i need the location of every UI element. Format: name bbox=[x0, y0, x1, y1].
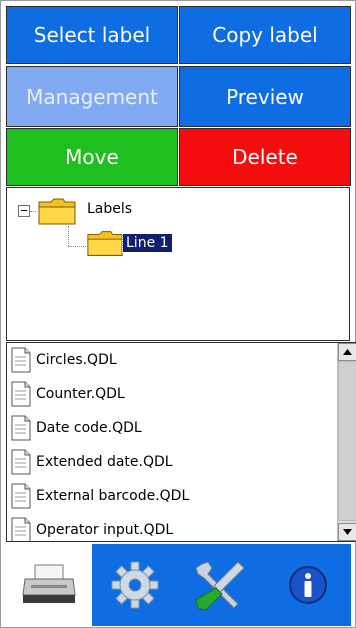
document-icon bbox=[11, 415, 31, 441]
file-name: Operator input.QDL bbox=[36, 522, 174, 538]
preview-button[interactable]: Preview bbox=[179, 66, 351, 127]
file-name: Date code.QDL bbox=[36, 420, 142, 436]
list-item[interactable]: Date code.QDL bbox=[10, 411, 142, 445]
arrow-down-icon bbox=[343, 529, 352, 535]
list-item[interactable]: Counter.QDL bbox=[10, 377, 125, 411]
gear-icon bbox=[111, 561, 159, 609]
tools-tab[interactable] bbox=[178, 544, 264, 626]
print-tab[interactable] bbox=[6, 544, 92, 626]
vertical-scrollbar[interactable] bbox=[337, 343, 356, 541]
file-name: Circles.QDL bbox=[36, 352, 117, 368]
tree-connector bbox=[68, 246, 86, 247]
document-icon bbox=[11, 483, 31, 509]
label-file-list[interactable]: Circles.QDL Counter.QDL Date code.QDL Ex… bbox=[6, 342, 356, 542]
scrollbar-thumb[interactable] bbox=[338, 361, 356, 521]
list-item[interactable]: Operator input.QDL bbox=[10, 513, 173, 541]
folder-icon bbox=[38, 198, 76, 225]
settings-tab[interactable] bbox=[92, 544, 178, 626]
file-name: External barcode.QDL bbox=[36, 488, 190, 504]
info-icon bbox=[288, 566, 327, 604]
document-icon bbox=[11, 381, 31, 407]
list-item[interactable]: Circles.QDL bbox=[10, 343, 117, 377]
file-name: Extended date.QDL bbox=[36, 454, 173, 470]
bottom-toolbar bbox=[6, 544, 351, 626]
list-item[interactable]: Extended date.QDL bbox=[10, 445, 173, 479]
tree-node-labels[interactable]: Labels bbox=[87, 201, 132, 217]
printer-icon bbox=[22, 564, 76, 603]
scroll-down-button[interactable] bbox=[338, 523, 356, 541]
tree-node-label: Labels bbox=[87, 201, 133, 217]
copy-label-button[interactable]: Copy label bbox=[179, 6, 351, 64]
app-window: Select label Copy label Management Previ… bbox=[0, 0, 356, 628]
arrow-up-icon bbox=[343, 349, 352, 355]
tree-connector bbox=[30, 211, 36, 212]
tree-node-line-1[interactable]: Line 1 bbox=[122, 233, 173, 253]
tree-connector bbox=[68, 226, 69, 246]
management-button[interactable]: Management bbox=[6, 66, 178, 127]
tools-icon bbox=[195, 561, 245, 611]
collapse-toggle[interactable] bbox=[18, 205, 30, 217]
folder-icon bbox=[87, 231, 123, 256]
list-item[interactable]: External barcode.QDL bbox=[10, 479, 189, 513]
file-list-items: Circles.QDL Counter.QDL Date code.QDL Ex… bbox=[7, 343, 337, 541]
move-button[interactable]: Move bbox=[6, 128, 178, 186]
scroll-up-button[interactable] bbox=[338, 343, 356, 361]
document-icon bbox=[11, 347, 31, 373]
file-name: Counter.QDL bbox=[36, 386, 125, 402]
folder-tree[interactable]: Labels Line 1 bbox=[6, 187, 350, 341]
select-label-button[interactable]: Select label bbox=[6, 6, 178, 64]
document-icon bbox=[11, 517, 31, 541]
delete-button[interactable]: Delete bbox=[179, 128, 351, 186]
info-tab[interactable] bbox=[264, 544, 351, 626]
document-icon bbox=[11, 449, 31, 475]
